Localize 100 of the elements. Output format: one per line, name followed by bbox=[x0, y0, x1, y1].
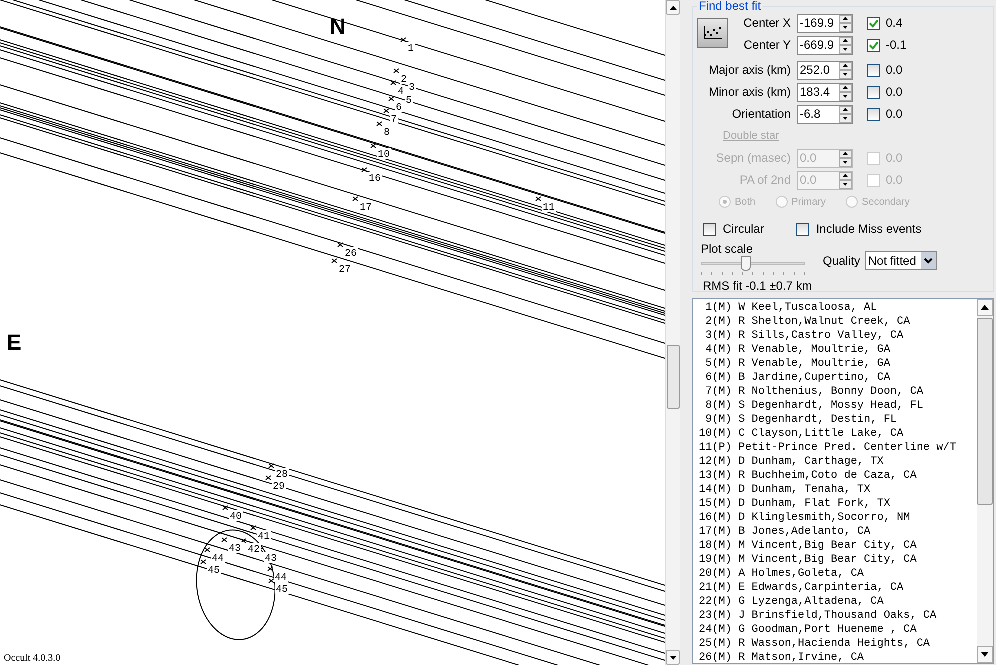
fit-result: -0.1 bbox=[886, 38, 907, 52]
scroll-thumb[interactable] bbox=[977, 318, 993, 505]
option-checkbox[interactable]: Circular bbox=[703, 222, 764, 236]
number-spinner[interactable]: -669.9 bbox=[797, 36, 853, 54]
chord-label: 10 bbox=[378, 150, 390, 161]
chord-label: 43 bbox=[265, 554, 278, 565]
fit-result: 0.4 bbox=[886, 16, 903, 30]
plot-scrollbar[interactable] bbox=[665, 0, 680, 665]
chord-label: 27 bbox=[339, 265, 352, 276]
up-arrow-icon[interactable] bbox=[843, 108, 848, 112]
chord-label: 29 bbox=[273, 482, 286, 493]
parameter-label: Major axis (km) bbox=[708, 63, 792, 77]
parameter-label: Sepn (masec) bbox=[715, 151, 792, 165]
scroll-up-button[interactable] bbox=[666, 0, 680, 15]
observer-row[interactable]: 8(M) S Degenhardt, Mossy Head, FL bbox=[699, 399, 977, 413]
observer-row[interactable]: 23(M) J Brinsfield,Thousand Oaks, CA bbox=[699, 609, 977, 623]
observer-row[interactable]: 16(M) D Klinglesmith,Socorro, NM bbox=[699, 511, 977, 525]
observer-row[interactable]: 15(M) D Dunham, Flat Fork, TX bbox=[699, 497, 977, 511]
down-arrow-icon bbox=[981, 652, 989, 657]
plot-scale-label: Plot scale bbox=[701, 242, 754, 256]
parameter-label: Center X bbox=[742, 16, 792, 30]
observer-row[interactable]: 3(M) R Sills,Castro Valley, CA bbox=[699, 329, 977, 343]
observer-row[interactable]: 20(M) A Holmes,Goleta, CA bbox=[699, 567, 977, 581]
up-arrow-icon[interactable] bbox=[843, 39, 848, 42]
chord-label: 6 bbox=[396, 103, 402, 114]
observer-row[interactable]: 10(M) C Clayson,Little Lake, CA bbox=[699, 427, 977, 441]
up-arrow-icon bbox=[981, 305, 989, 310]
scroll-down-button[interactable] bbox=[666, 650, 680, 665]
up-arrow-icon[interactable] bbox=[843, 17, 848, 20]
observer-row[interactable]: 2(M) R Shelton,Walnut Creek, CA bbox=[699, 315, 977, 329]
fit-result: 0.0 bbox=[886, 173, 903, 187]
parameter-label: PA of 2nd bbox=[738, 173, 792, 187]
chord-label: 41 bbox=[258, 532, 270, 543]
observer-row[interactable]: 24(M) G Goodman,Port Hueneme , CA bbox=[699, 623, 977, 637]
down-arrow-icon[interactable] bbox=[843, 182, 848, 186]
observer-row[interactable]: 13(M) R Buchheim,Coto de Caza, CA bbox=[699, 469, 977, 483]
fit-chart-button[interactable] bbox=[697, 18, 728, 48]
scroll-down-button[interactable] bbox=[977, 646, 993, 663]
down-arrow-icon[interactable] bbox=[843, 94, 848, 98]
down-arrow-icon[interactable] bbox=[843, 160, 848, 164]
number-spinner[interactable]: -169.9 bbox=[797, 14, 853, 32]
fit-checkbox[interactable] bbox=[867, 86, 880, 98]
chord-label: 16 bbox=[369, 174, 382, 185]
chord-label: 11 bbox=[543, 203, 556, 214]
chord-label: 8 bbox=[384, 128, 390, 139]
down-arrow-icon[interactable] bbox=[843, 72, 848, 76]
down-arrow-icon bbox=[670, 656, 676, 660]
observer-row[interactable]: 7(M) R Nolthenius, Bonny Doon, CA bbox=[699, 385, 977, 399]
parameter-label: Orientation bbox=[731, 107, 792, 121]
number-spinner[interactable]: 252.0 bbox=[797, 60, 853, 80]
number-spinner[interactable]: -6.8 bbox=[797, 104, 853, 124]
observer-row[interactable]: 26(M) R Matson,Irvine, CA bbox=[699, 651, 977, 663]
down-arrow-icon[interactable] bbox=[843, 48, 848, 51]
observer-row[interactable]: 21(M) E Edwards,Carpinteria, CA bbox=[699, 581, 977, 595]
compass-label: N bbox=[330, 14, 346, 39]
up-arrow-icon[interactable] bbox=[843, 86, 848, 90]
up-arrow-icon bbox=[670, 6, 676, 10]
fit-checkbox[interactable] bbox=[867, 38, 880, 52]
chord-label: 44 bbox=[212, 554, 224, 565]
fit-result: 0.0 bbox=[886, 107, 903, 121]
fit-result: 0.0 bbox=[886, 151, 903, 165]
fit-checkbox[interactable] bbox=[867, 64, 880, 76]
observer-row[interactable]: 1(M) W Keel,Tuscaloosa, AL bbox=[699, 301, 977, 315]
chart-icon bbox=[702, 25, 722, 41]
observer-row[interactable]: 4(M) R Venable, Moultrie, GA bbox=[699, 343, 977, 357]
observer-row[interactable]: 6(M) B Jardine,Cupertino, CA bbox=[699, 371, 977, 385]
observer-row[interactable]: 17(M) B Jones,Adelanto, CA bbox=[699, 525, 977, 539]
chord-label: 43 bbox=[229, 544, 242, 555]
chord-label: 2 bbox=[401, 75, 408, 86]
fit-checkbox[interactable] bbox=[867, 16, 880, 30]
chord-label: 3 bbox=[409, 83, 416, 94]
group-title: Find best fit bbox=[697, 0, 764, 13]
observer-row[interactable]: 22(M) G Lyzenga,Altadena, CA bbox=[699, 595, 977, 609]
observer-row[interactable]: 12(M) D Dunham, Carthage, TX bbox=[699, 455, 977, 469]
chord-label: 5 bbox=[406, 96, 412, 107]
chord-label: 26 bbox=[345, 249, 358, 260]
check-icon bbox=[868, 18, 878, 28]
up-arrow-icon[interactable] bbox=[843, 64, 848, 68]
number-spinner[interactable]: 183.4 bbox=[797, 82, 853, 102]
scroll-thumb[interactable] bbox=[666, 345, 680, 409]
observer-row[interactable]: 19(M) M Vincent,Big Bear City, CA bbox=[699, 553, 977, 567]
version-label: Occult 4.0.3.0 bbox=[4, 653, 61, 664]
observer-row[interactable]: 14(M) D Dunham, Tenaha, TX bbox=[699, 483, 977, 497]
observer-row[interactable]: 11(P) Petit-Prince Pred. Centerline w/T bbox=[699, 441, 977, 455]
observer-row[interactable]: 25(M) R Wasson,Hacienda Heights, CA bbox=[699, 637, 977, 651]
observer-row[interactable]: 5(M) R Venable, Moultrie, GA bbox=[699, 357, 977, 371]
down-arrow-icon[interactable] bbox=[843, 26, 848, 29]
chord-label: 40 bbox=[230, 512, 242, 523]
quality-dropdown[interactable]: Not fitted bbox=[865, 251, 938, 270]
fit-checkbox[interactable] bbox=[867, 108, 880, 120]
chord-label: 44 bbox=[275, 573, 288, 584]
observer-row[interactable]: 9(M) S Degenhardt, Destin, FL bbox=[699, 413, 977, 427]
observer-row[interactable]: 18(M) M Vincent,Big Bear City, CA bbox=[699, 539, 977, 553]
plot-scale-slider[interactable] bbox=[701, 256, 805, 271]
up-arrow-icon[interactable] bbox=[843, 174, 848, 178]
option-checkbox[interactable]: Include Miss events bbox=[796, 222, 922, 236]
list-scrollbar[interactable] bbox=[977, 299, 993, 663]
up-arrow-icon[interactable] bbox=[843, 152, 848, 156]
down-arrow-icon[interactable] bbox=[843, 116, 848, 120]
scroll-up-button[interactable] bbox=[977, 299, 993, 316]
